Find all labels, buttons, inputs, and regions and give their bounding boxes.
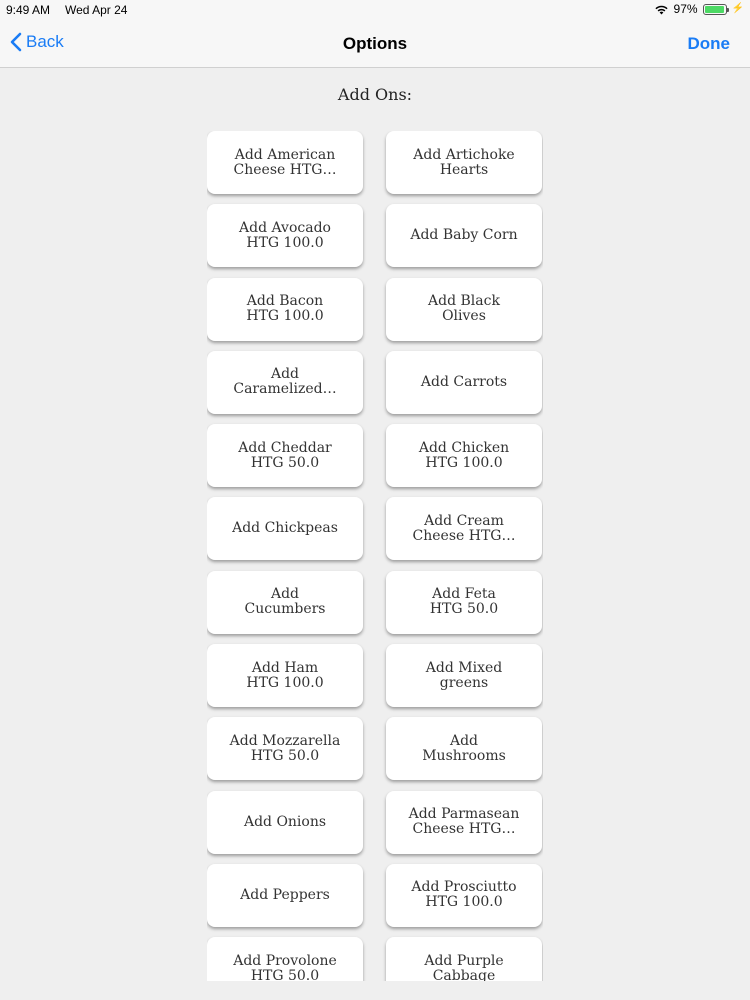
battery-icon [702,3,729,15]
page-title: Options [342,34,408,53]
option-button[interactable]: Add Prosciutto HTG 100.0 [386,863,542,927]
option-button[interactable]: Add Mixed greens [386,644,542,708]
option-button[interactable]: Add Black Olives [386,277,542,341]
status-time: 9:49 AM [6,3,51,17]
status-indicators: 97% ⚡ [654,2,744,16]
option-button[interactable]: Add Chickpeas [207,497,363,561]
wifi-icon [654,4,669,15]
option-button[interactable]: Add Baby Corn [386,204,542,268]
option-button[interactable]: Add Ham HTG 100.0 [207,644,363,708]
option-button[interactable]: Add Parmasean Cheese HTG… [386,790,542,854]
option-button[interactable]: Add Carrots [386,350,542,414]
option-button[interactable]: Add Cucumbers [207,570,363,634]
option-button[interactable]: Add Bacon HTG 100.0 [207,277,363,341]
status-date: Wed Apr 24 [65,3,128,17]
battery-percent: 97% [673,2,698,16]
option-button[interactable]: Add Cream Cheese HTG… [386,497,542,561]
status-bar: 9:49 AM Wed Apr 24 97% ⚡ [0,0,750,20]
option-button[interactable]: Add Feta HTG 50.0 [386,570,542,634]
section-title: Add Ons: [337,85,413,104]
option-button[interactable]: Add Peppers [207,863,363,927]
bolt-icon: ⚡ [731,3,744,14]
done-button[interactable]: Done [688,34,731,54]
option-button[interactable]: Add Purple Cabbage [386,937,542,981]
option-button[interactable]: Add Mushrooms [386,717,542,781]
option-button[interactable]: Add Avocado HTG 100.0 [207,204,363,268]
option-button[interactable]: Add Provolone HTG 50.0 [207,937,363,981]
option-button[interactable]: Add Artichoke Hearts [386,131,542,194]
option-button[interactable]: Add Cheddar HTG 50.0 [207,424,363,488]
option-button[interactable]: Add Caramelized… [207,350,363,414]
options-grid: Add American Cheese HTG… Add Artichoke He… [207,131,543,981]
option-button[interactable]: Add Chicken HTG 100.0 [386,424,542,488]
option-button[interactable]: Add Onions [207,790,363,854]
navigation-bar: Back Options Done [0,20,750,68]
battery-level [704,5,724,13]
option-button[interactable]: Add Mozzarella HTG 50.0 [207,717,363,781]
option-button[interactable]: Add American Cheese HTG… [207,131,363,194]
